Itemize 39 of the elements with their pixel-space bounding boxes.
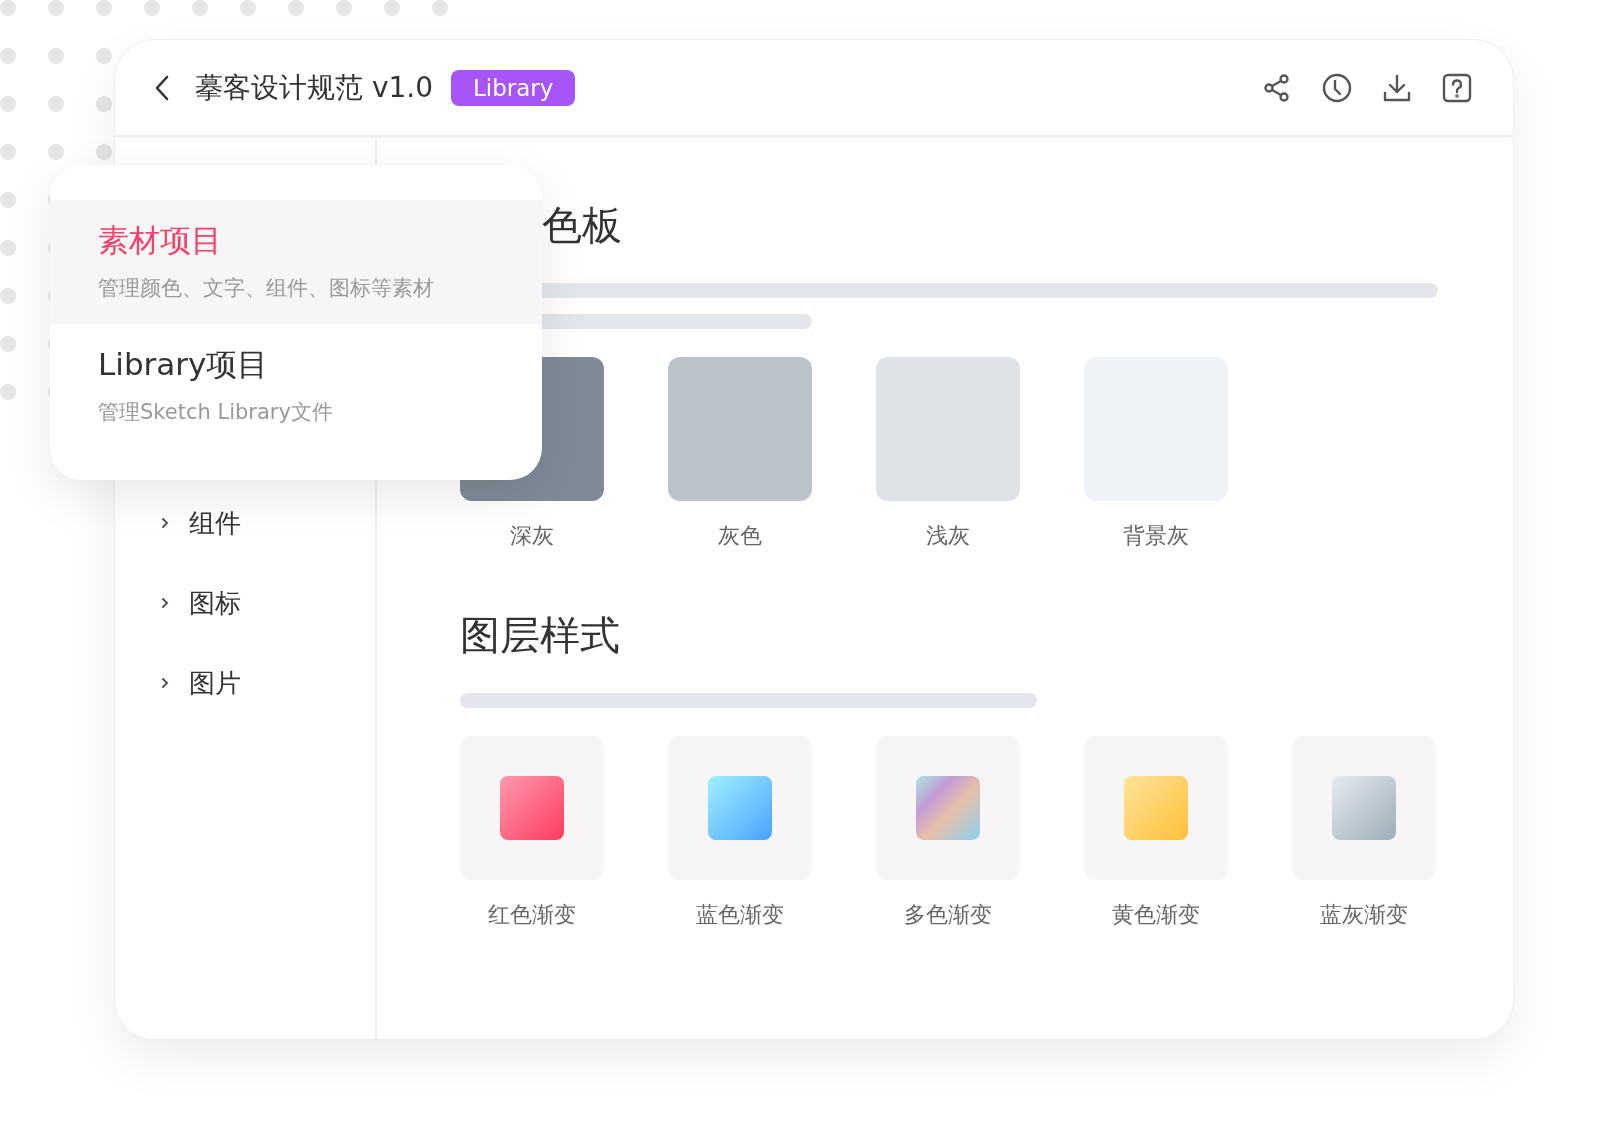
style-tile[interactable] (876, 736, 1020, 880)
back-button[interactable] (153, 73, 171, 102)
section-title: 色板 (541, 201, 622, 250)
sidebar-item[interactable]: 图片 (189, 665, 241, 701)
swatch-label: 灰色 (718, 522, 762, 550)
swatch-label: 多色渐变 (904, 901, 992, 929)
library-badge: Library (451, 69, 576, 106)
swatch-label: 蓝色渐变 (696, 901, 784, 929)
swatch-label: 背景灰 (1123, 522, 1189, 550)
chevron-right-icon[interactable] (159, 597, 171, 609)
gradient-swatch (708, 776, 772, 840)
section-title: 图层样式 (460, 611, 621, 660)
menu-item-description: 管理Sketch Library文件 (98, 399, 334, 426)
menu-item-description: 管理颜色、文字、组件、图标等素材 (98, 275, 435, 302)
color-swatch[interactable] (668, 357, 812, 501)
menu-item[interactable]: Library项目 管理Sketch Library文件 (50, 324, 542, 448)
swatch-label: 红色渐变 (488, 901, 576, 929)
style-tile[interactable] (460, 736, 604, 880)
swatch-label: 浅灰 (926, 522, 970, 550)
sidebar-item[interactable]: 组件 (189, 505, 241, 541)
color-swatch[interactable] (876, 357, 1020, 501)
menu-item-title: Library项目 (98, 345, 270, 384)
style-tile[interactable] (1292, 736, 1436, 880)
sidebar-item[interactable]: 图标 (189, 585, 241, 621)
chevron-right-icon[interactable] (159, 677, 171, 689)
help-icon[interactable] (1441, 71, 1473, 104)
style-tile[interactable] (668, 736, 812, 880)
gradient-swatch (1124, 776, 1188, 840)
gradient-swatch (500, 776, 564, 840)
swatch-label: 黄色渐变 (1112, 901, 1200, 929)
gradient-swatch (1332, 776, 1396, 840)
gradient-swatch (916, 776, 980, 840)
menu-item-title: 素材项目 (98, 221, 223, 260)
style-tile[interactable] (1084, 736, 1228, 880)
clock-icon[interactable] (1321, 71, 1353, 104)
swatch-label: 深灰 (510, 522, 554, 550)
chevron-right-icon[interactable] (159, 517, 171, 529)
swatch-label: 蓝灰渐变 (1320, 901, 1408, 929)
project-title: 摹客设计规范 v1.0 (195, 69, 433, 106)
